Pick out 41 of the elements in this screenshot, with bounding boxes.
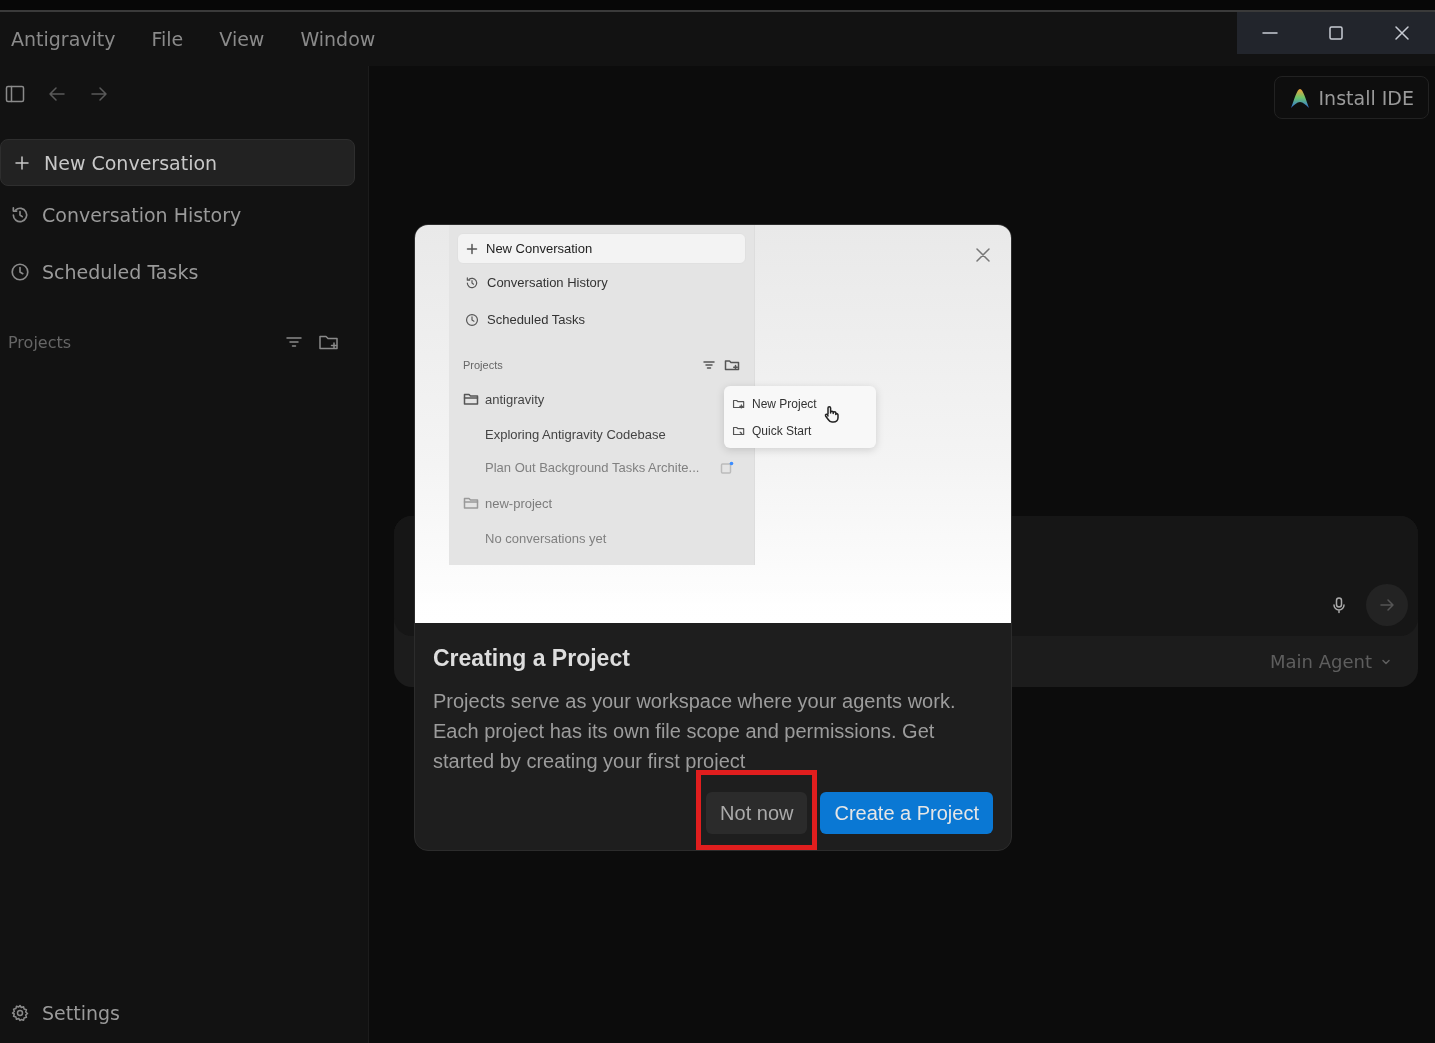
- pointer-hand-icon: [823, 405, 839, 423]
- dialog-title: Creating a Project: [433, 645, 631, 672]
- clock-icon: [465, 312, 479, 327]
- new-conversation-button[interactable]: New Conversation: [0, 139, 355, 186]
- plus-icon: [14, 154, 30, 171]
- menu-item[interactable]: File: [151, 28, 184, 50]
- sidebar-toggle-icon[interactable]: [5, 84, 25, 104]
- arrow-right-icon: [1378, 596, 1396, 614]
- menu-item[interactable]: View: [219, 28, 265, 50]
- folder-icon: [463, 392, 479, 406]
- section-heading: Projects: [8, 332, 72, 352]
- dialog-description: Projects serve as your workspace where your agents work. Each project has its own file scope and permissions. Get started by creating your first project: [433, 689, 957, 774]
- close-icon[interactable]: [1394, 25, 1410, 41]
- create-project-button[interactable]: Create a Project: [820, 792, 993, 834]
- microphone-icon[interactable]: [1330, 596, 1348, 614]
- history-icon: [10, 204, 30, 225]
- folder-icon: [463, 496, 479, 510]
- maximize-icon[interactable]: [1328, 25, 1344, 41]
- settings-item[interactable]: Settings: [0, 983, 368, 1043]
- menu-item[interactable]: Window: [300, 28, 376, 50]
- sidebar-item[interactable]: Conversation History: [0, 186, 368, 243]
- filter-icon[interactable]: [702, 358, 716, 372]
- sidebar-item[interactable]: Scheduled Tasks: [0, 243, 368, 300]
- logo-icon: [1288, 86, 1311, 109]
- plus-icon: [466, 242, 478, 255]
- sidebar-item[interactable]: Scheduled Tasks: [457, 301, 746, 338]
- forward-arrow-icon[interactable]: [89, 84, 109, 104]
- section-heading: Projects: [463, 359, 503, 371]
- new-folder-icon[interactable]: [724, 358, 740, 372]
- back-arrow-icon[interactable]: [47, 84, 67, 104]
- gear-icon: [10, 1003, 30, 1023]
- install-ide-button[interactable]: Install IDE: [1273, 76, 1429, 119]
- project-folder[interactable]: new-project: [457, 484, 746, 522]
- not-now-button[interactable]: Not now: [706, 792, 808, 834]
- menu-item[interactable]: Antigravity: [11, 28, 116, 50]
- menu-item[interactable]: New Project: [724, 390, 876, 417]
- history-icon: [465, 275, 479, 290]
- menu-item[interactable]: Quick Start: [724, 417, 876, 444]
- clock-icon: [10, 261, 30, 282]
- sidebar-item[interactable]: Conversation History: [457, 264, 746, 301]
- new-conversation-button[interactable]: New Conversation: [457, 233, 746, 264]
